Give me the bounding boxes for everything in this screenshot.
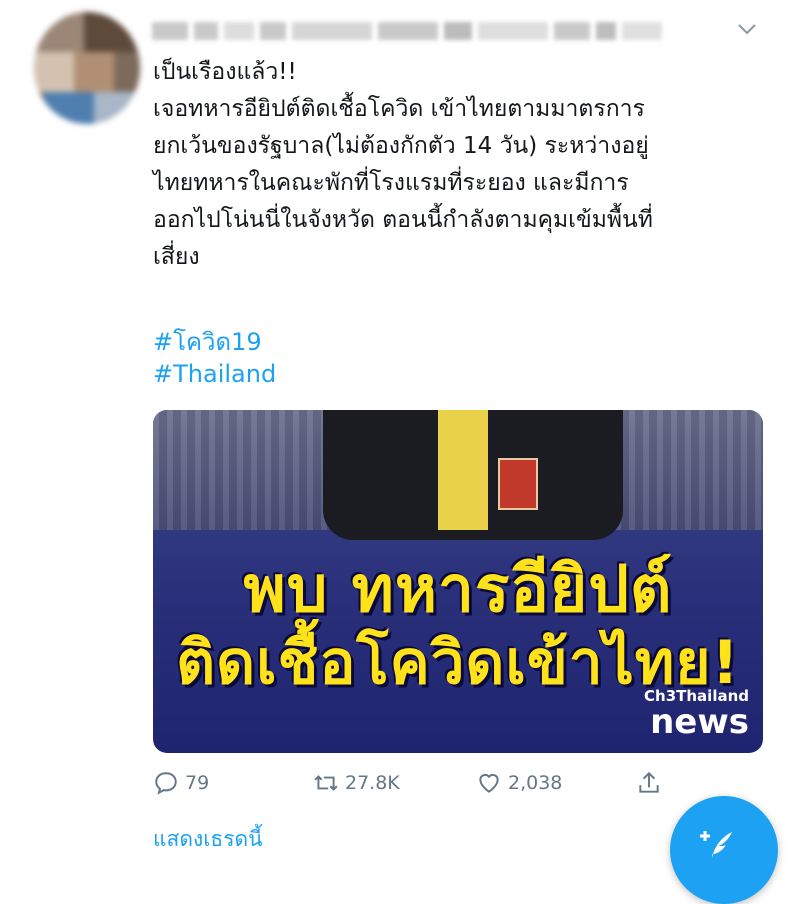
show-thread-link[interactable]: แสดงเธรดนี้ (153, 823, 263, 856)
channel-logo: Ch3Thailand news (644, 687, 749, 739)
share-button[interactable] (636, 770, 662, 796)
retweet-button[interactable]: 27.8K (313, 770, 400, 796)
chevron-down-icon[interactable] (736, 20, 758, 38)
share-icon (639, 771, 659, 793)
tweet-media-image[interactable]: พบ ทหารอียิปต์ ติดเชื้อโควิดเข้าไทย! Ch3… (153, 410, 763, 753)
author-header[interactable] (152, 14, 712, 48)
like-count: 2,038 (508, 772, 563, 794)
avatar[interactable] (34, 12, 140, 124)
retweet-icon (314, 775, 338, 791)
channel-brand: news (650, 702, 749, 742)
tweet-text: เป็นเรืองแล้ว!! เจอทหารอียิปต์ติดเชื้อโค… (153, 59, 653, 270)
heart-icon (479, 773, 499, 793)
compose-tweet-button[interactable] (670, 796, 778, 904)
lanyard-badge (498, 458, 538, 510)
person-shirt (438, 410, 488, 530)
hashtag-covid19[interactable]: #โควิด19 (153, 322, 262, 361)
reply-button[interactable]: 79 (153, 770, 209, 796)
like-button[interactable]: 2,038 (476, 770, 562, 796)
hashtag-thailand[interactable]: #Thailand (153, 360, 276, 388)
retweet-count: 27.8K (345, 772, 400, 794)
compose-tweet-icon (700, 831, 732, 858)
reply-count: 79 (185, 772, 210, 794)
reply-icon (155, 772, 177, 795)
